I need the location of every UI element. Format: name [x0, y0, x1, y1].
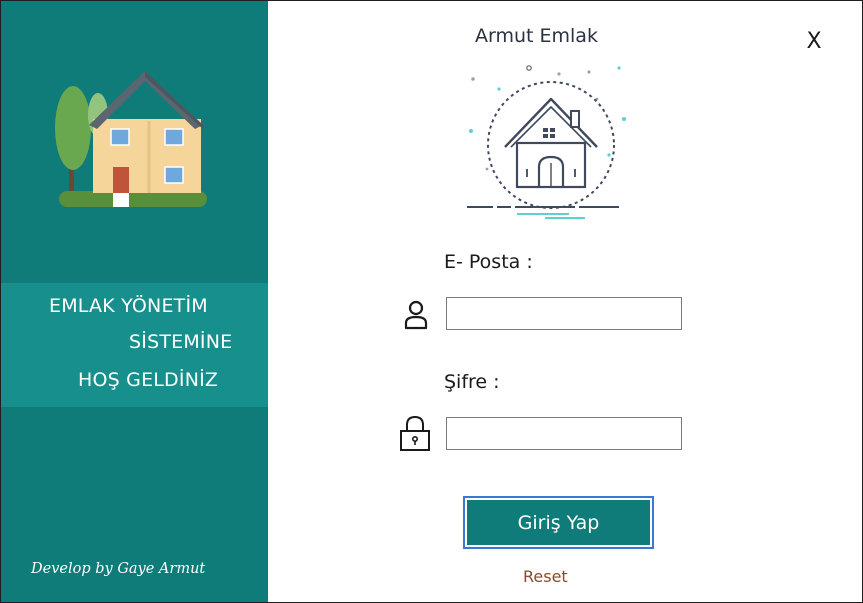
password-field[interactable]	[446, 417, 682, 450]
welcome-line-1: EMLAK YÖNETİM	[49, 295, 208, 317]
house-illustration-icon	[55, 71, 207, 207]
brand-title: Armut Emlak	[475, 25, 598, 47]
welcome-banner: EMLAK YÖNETİM SİSTEMİNE HOŞ GELDİNİZ	[1, 283, 268, 407]
login-window: EMLAK YÖNETİM SİSTEMİNE HOŞ GELDİNİZ Dev…	[0, 0, 863, 603]
developer-credit: Develop by Gaye Armut	[31, 561, 206, 577]
close-button[interactable]: X	[798, 27, 830, 57]
email-field[interactable]	[446, 297, 682, 330]
house-logo-icon	[467, 65, 635, 219]
welcome-line-3: HOŞ GELDİNİZ	[78, 369, 219, 391]
password-label: Şifre :	[444, 371, 500, 393]
welcome-line-2: SİSTEMİNE	[129, 331, 233, 353]
sidebar-panel: EMLAK YÖNETİM SİSTEMİNE HOŞ GELDİNİZ Dev…	[1, 1, 268, 602]
login-button[interactable]: Giriş Yap	[463, 496, 654, 549]
user-icon	[404, 300, 428, 330]
reset-link[interactable]: Reset	[523, 567, 568, 586]
lock-icon	[400, 415, 430, 451]
email-label: E- Posta :	[444, 251, 533, 273]
